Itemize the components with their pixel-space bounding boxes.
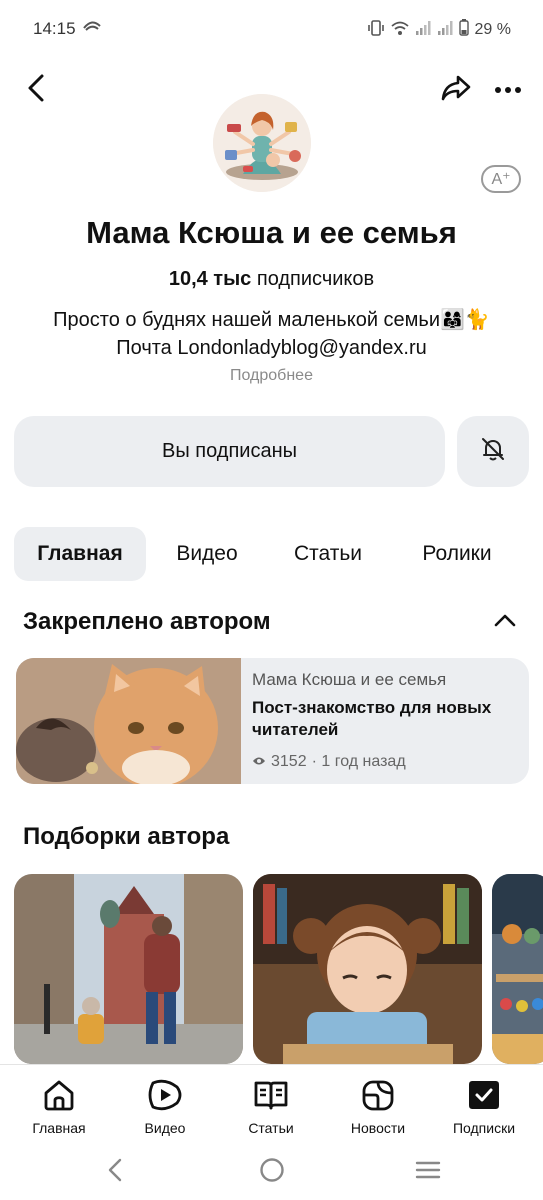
news-icon [361,1079,395,1116]
system-nav-bar [0,1144,543,1200]
vibrate-icon [367,19,385,41]
tab-video[interactable]: Видео [162,527,252,581]
articles-icon [253,1079,289,1116]
collection-card-1[interactable] [14,874,243,1064]
channel-title: Мама Ксюша и ее семья [86,215,457,250]
font-size-button[interactable]: A⁺ [481,165,521,193]
signal-icon [415,20,431,41]
subscribers-count: 10,4 тыс [168,268,252,290]
collection-card-3[interactable] [492,874,543,1064]
pinned-post-views: 3152 [271,753,307,770]
status-time: 14:15 [33,19,76,38]
nav-home-label: Главная [32,1120,86,1136]
views-eye-icon [252,753,266,771]
collections-heading: Подборки автора [23,823,230,850]
nav-news-label: Новости [350,1120,406,1136]
channel-avatar [213,94,311,192]
back-arrow-icon [27,73,45,108]
video-icon [147,1079,183,1116]
description-line: Просто о буднях нашей маленькой семьи👨‍👩… [53,309,490,331]
status-icons: 29 % [367,19,511,41]
channel-description: Просто о буднях нашей маленькой семьи👨‍👩… [10,306,533,362]
battery-percent: 29 % [474,21,511,38]
nav-subscriptions-label: Подписки [452,1120,516,1136]
nav-subscriptions[interactable]: Подписки [434,1079,534,1136]
nav-articles-label: Статьи [248,1120,294,1136]
more-options-button[interactable] [488,70,528,110]
notifications-button[interactable] [457,416,529,487]
font-size-icon: A⁺ [491,171,511,188]
more-dots-icon [494,81,522,99]
signal-icon-2 [437,20,453,41]
share-icon [441,74,471,107]
pinned-post-time: · 1 год назад [311,753,406,770]
channel-tabs: Главная Видео Статьи Ролики [14,527,543,581]
tab-shorts[interactable]: Ролики [404,527,510,581]
battery-icon [458,19,469,41]
system-menu-icon [415,1160,441,1185]
system-back-button[interactable] [95,1156,135,1188]
home-icon [42,1079,76,1116]
share-button[interactable] [438,70,474,110]
nav-news[interactable]: Новости [328,1079,428,1136]
subscriptions-icon [467,1079,501,1116]
status-bar: 14:15 29 % [0,0,543,60]
system-home-icon [259,1157,285,1188]
back-button[interactable] [20,70,52,110]
wifi-icon [390,20,409,41]
collection-card-2[interactable] [253,874,482,1064]
subscribers-line: 10,4 тыс подписчиков [0,268,543,291]
collapse-button[interactable] [490,607,520,637]
eye-comfort-icon [82,20,102,39]
system-recents-button[interactable] [408,1156,448,1188]
system-back-icon [108,1158,122,1187]
pinned-post-meta: 3152 · 1 год назад [252,753,406,771]
nav-articles[interactable]: Статьи [221,1079,321,1136]
nav-video-label: Видео [144,1120,186,1136]
pinned-post-channel: Мама Ксюша и ее семья [252,670,447,689]
subscribed-button[interactable]: Вы подписаны [14,416,445,487]
pinned-heading: Закреплено автором [23,608,271,635]
bell-off-icon [480,436,506,467]
pinned-post-card[interactable]: Мама Ксюша и ее семья Пост-знакомство дл… [16,658,529,784]
subscribers-label: подписчиков [256,268,375,290]
more-details-link[interactable]: Подробнее [0,367,543,385]
chevron-up-icon [494,613,516,632]
nav-home[interactable]: Главная [9,1079,109,1136]
pinned-post-thumbnail [16,658,241,784]
tab-main[interactable]: Главная [14,527,146,581]
nav-video[interactable]: Видео [115,1079,215,1136]
description-email: Почта Londonladyblog@yandex.ru [116,337,427,359]
bottom-nav: Главная Видео Статьи Новости Подписки [0,1064,543,1144]
pinned-post-title: Пост-знакомство для новых читателей [252,698,492,739]
tab-articles[interactable]: Статьи [280,527,376,581]
system-home-button[interactable] [252,1156,292,1188]
